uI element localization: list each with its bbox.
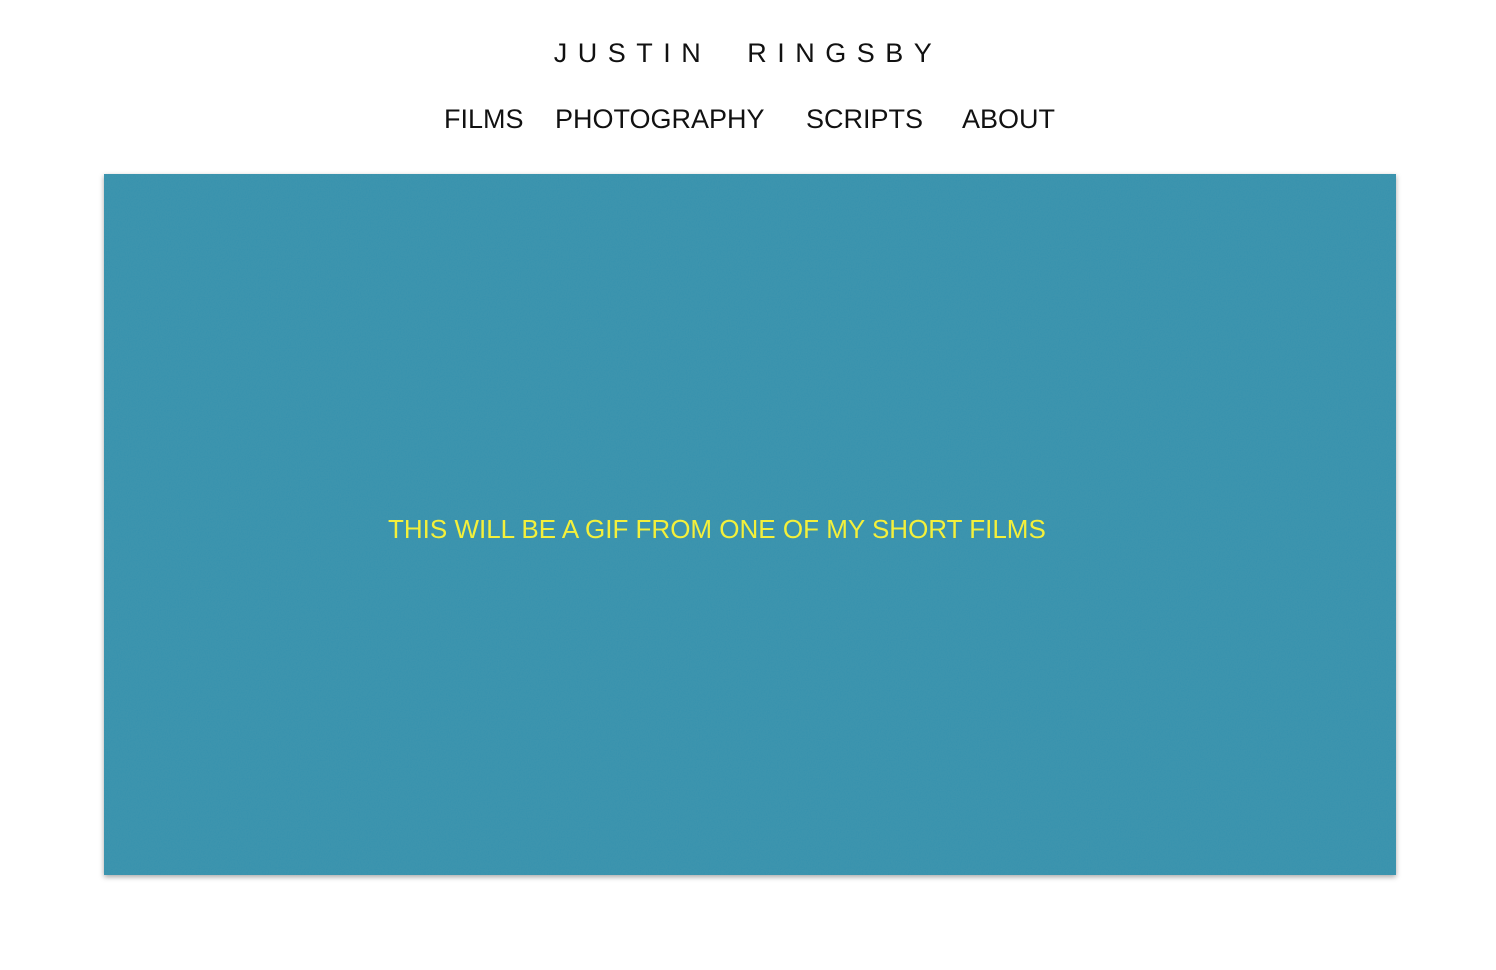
page: JUSTIN RINGSBY FILMS PHOTOGRAPHY SCRIPTS… (0, 0, 1496, 970)
site-title[interactable]: JUSTIN RINGSBY (0, 38, 1496, 69)
main-nav: FILMS PHOTOGRAPHY SCRIPTS ABOUT (0, 104, 1496, 140)
nav-link-about[interactable]: ABOUT (962, 104, 1055, 135)
hero-media-placeholder: THIS WILL BE A GIF FROM ONE OF MY SHORT … (104, 174, 1396, 875)
hero-caption: THIS WILL BE A GIF FROM ONE OF MY SHORT … (388, 514, 1046, 544)
nav-link-films[interactable]: FILMS (444, 104, 524, 135)
nav-link-scripts[interactable]: SCRIPTS (806, 104, 923, 135)
nav-link-photography[interactable]: PHOTOGRAPHY (555, 104, 765, 135)
